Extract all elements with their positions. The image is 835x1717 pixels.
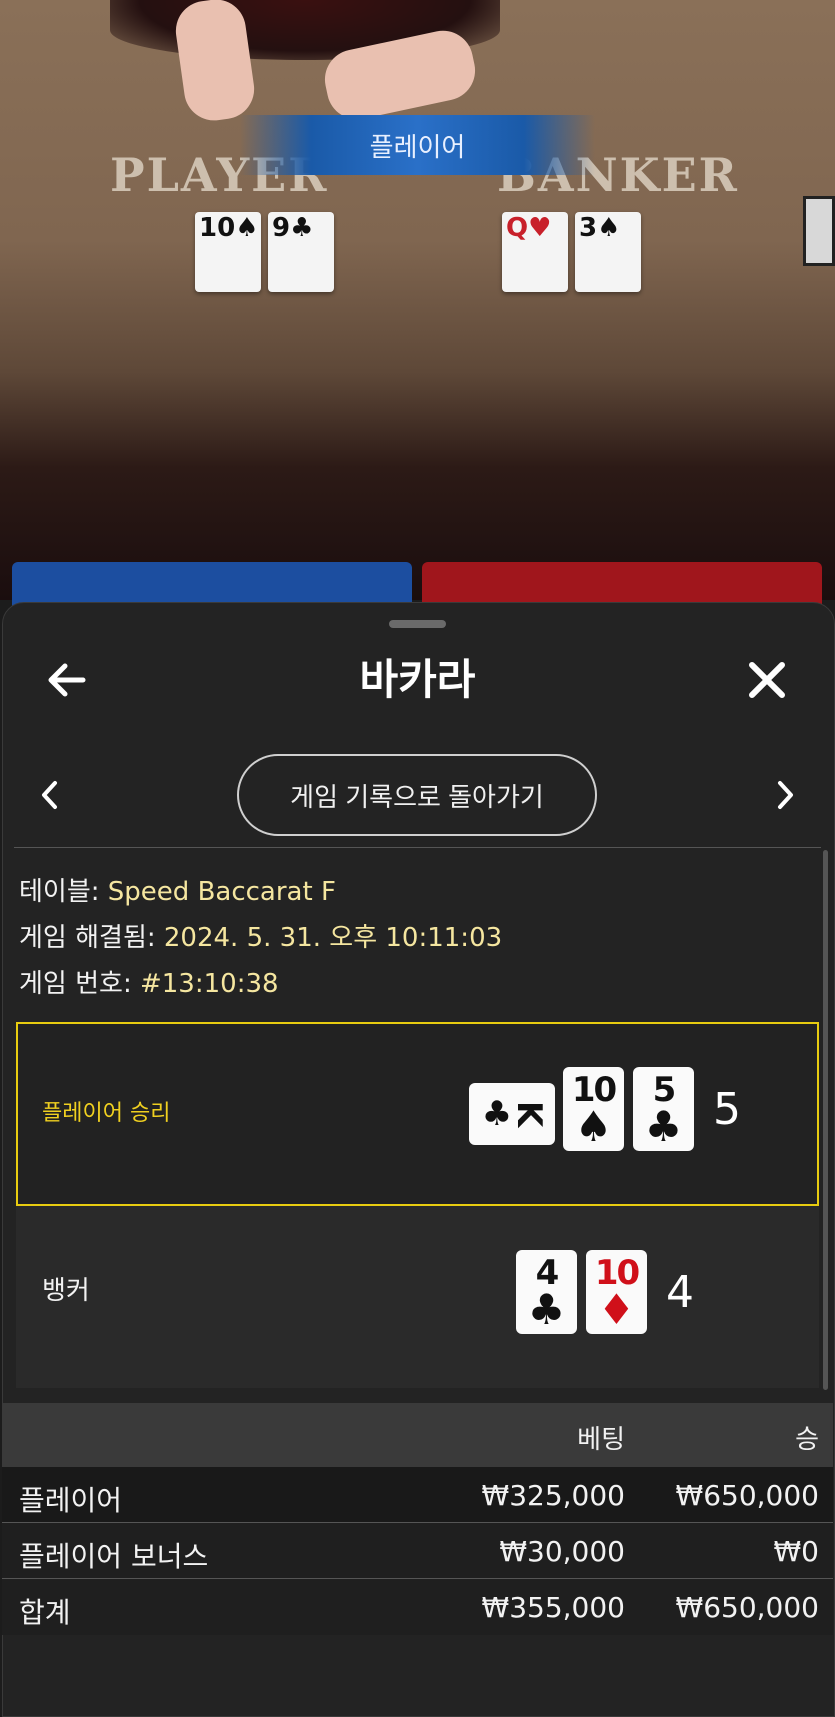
card-shoe <box>803 196 835 266</box>
bet-amount: ₩30,000 <box>499 1535 625 1568</box>
banker-card: 4 ♣ <box>516 1250 577 1334</box>
bet-name: 플레이어 보너스 <box>19 1540 209 1573</box>
screen: PLAYER BANKER 플레이어 10♠ 9♣ Q♥ 3♠ 바카라 게임 기… <box>0 0 835 1717</box>
bet-amount: ₩325,000 <box>481 1479 625 1512</box>
divider <box>14 847 821 848</box>
game-number-value: #13:10:38 <box>139 969 279 999</box>
total-bet: ₩355,000 <box>481 1591 625 1624</box>
scrollbar[interactable] <box>823 850 828 1390</box>
player-card: 10 ♠ <box>563 1067 624 1151</box>
win-amount: ₩0 <box>773 1535 820 1568</box>
total-row: 합계 ₩355,000 ₩650,000 <box>2 1579 833 1635</box>
resolved-info-value: 2024. 5. 31. 오후 10:11:03 <box>163 923 503 953</box>
table-info-value: Speed Baccarat F <box>107 877 336 907</box>
result-banner: 플레이어 <box>240 115 595 175</box>
game-number-label: 게임 번호: <box>19 969 140 999</box>
table-card: 10♠ <box>195 212 261 292</box>
player-card-rotated: ♣ K <box>469 1083 555 1145</box>
banker-result-row <box>16 1206 819 1388</box>
chevron-right-icon[interactable] <box>765 770 805 820</box>
table-card: Q♥ <box>502 212 568 292</box>
page-title: 바카라 <box>359 655 476 704</box>
game-number-info: 게임 번호: #13:10:38 <box>19 963 279 1000</box>
banker-card: 10 ♦ <box>586 1250 647 1334</box>
resolved-info: 게임 해결됨: 2024. 5. 31. 오후 10:11:03 <box>19 917 502 954</box>
back-to-history-button[interactable]: 게임 기록으로 돌아가기 <box>237 754 597 836</box>
bet-name: 플레이어 <box>19 1484 123 1517</box>
bet-table-header: 베팅 승 <box>2 1403 833 1467</box>
table-card: 9♣ <box>268 212 334 292</box>
total-win: ₩650,000 <box>675 1591 819 1624</box>
bet-column-header: 베팅 <box>577 1425 625 1455</box>
sheet-grabber[interactable] <box>389 620 446 628</box>
banker-label: 뱅커 <box>42 1276 90 1306</box>
chevron-left-icon[interactable] <box>30 770 70 820</box>
resolved-info-label: 게임 해결됨: <box>19 923 164 953</box>
win-column-header: 승 <box>795 1425 819 1455</box>
total-label: 합계 <box>19 1596 71 1629</box>
table-row: 플레이어 ₩325,000 ₩650,000 <box>2 1467 833 1523</box>
player-win-label: 플레이어 승리 <box>42 1101 171 1126</box>
live-video: PLAYER BANKER 플레이어 10♠ 9♣ Q♥ 3♠ <box>0 0 835 600</box>
banker-score: 4 <box>666 1267 694 1318</box>
table-row: 플레이어 보너스 ₩30,000 ₩0 <box>2 1523 833 1579</box>
close-icon[interactable] <box>737 650 797 710</box>
win-amount: ₩650,000 <box>675 1479 819 1512</box>
player-card: 5 ♣ <box>633 1067 694 1151</box>
player-score: 5 <box>713 1084 741 1135</box>
table-info-label: 테이블: <box>19 877 108 907</box>
table-info: 테이블: Speed Baccarat F <box>19 871 336 908</box>
table-card: 3♠ <box>575 212 641 292</box>
